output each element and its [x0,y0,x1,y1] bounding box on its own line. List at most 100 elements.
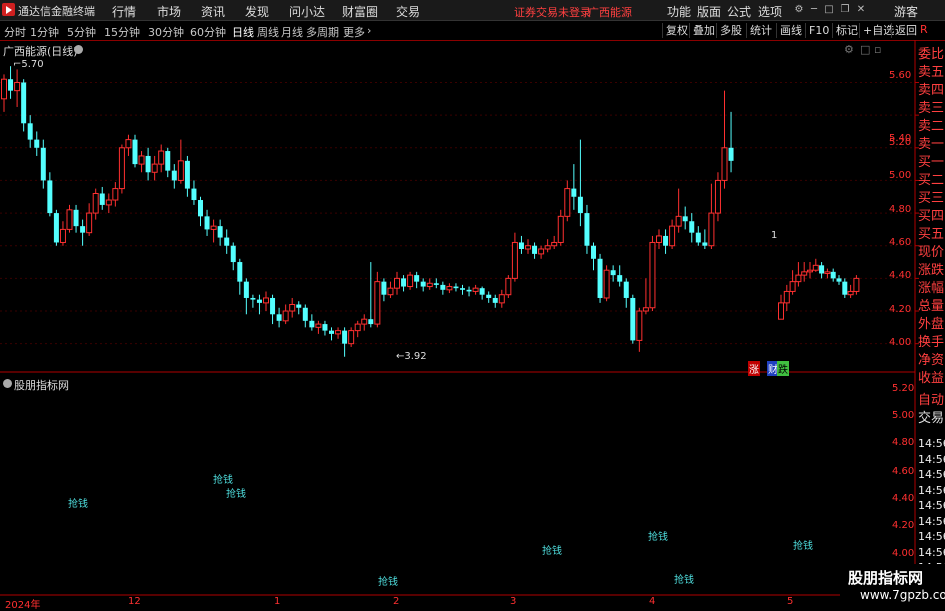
candle-body[interactable] [460,288,465,290]
candle-body[interactable] [53,213,59,243]
quote-label[interactable]: 交易 [918,410,945,428]
candle-body[interactable] [812,264,819,271]
candle-body[interactable] [511,241,518,279]
candle-body[interactable] [783,290,790,304]
candle-body[interactable] [795,274,802,283]
candle-body[interactable] [819,265,825,274]
candle-body[interactable] [597,258,603,298]
candle-body[interactable] [623,281,629,298]
candle-body[interactable] [86,212,93,234]
candle-body[interactable] [210,225,217,230]
candle-body[interactable] [348,330,355,345]
candle-body[interactable] [433,283,439,285]
candle-body[interactable] [663,235,669,246]
candle-body[interactable] [551,241,558,247]
candle-body[interactable] [721,147,728,181]
candle-body[interactable] [642,307,649,312]
candle-body[interactable] [224,237,230,246]
candle-body[interactable] [446,286,453,291]
candle-body[interactable] [466,289,472,292]
candle-body[interactable] [118,147,125,190]
candle-body[interactable] [250,297,256,300]
candle-body[interactable] [374,281,381,325]
candle-body[interactable] [47,180,53,214]
candle-body[interactable] [125,139,132,149]
candle-body[interactable] [807,269,813,273]
candle-body[interactable] [105,199,112,206]
candle-body[interactable] [256,299,262,303]
candle-body[interactable] [158,150,165,165]
candle-body[interactable] [778,302,784,320]
candle-body[interactable] [315,323,322,328]
quote-label[interactable]: 自动 [918,392,945,410]
candle-body[interactable] [66,209,73,230]
candle-body[interactable] [498,294,505,304]
badge-die[interactable]: 跌 [777,361,789,376]
candle-body[interactable] [59,228,66,243]
candle-body[interactable] [132,139,138,165]
candle-body[interactable] [204,216,210,230]
candle-body[interactable] [649,241,656,309]
candle-body[interactable] [335,330,342,335]
candle-body[interactable] [617,275,623,282]
candle-body[interactable] [630,297,636,341]
candle-body[interactable] [112,188,119,201]
candle-body[interactable] [198,200,203,217]
candle-body[interactable] [486,294,492,298]
candle-body[interactable] [675,215,682,227]
candle-body[interactable] [853,277,860,292]
candle-body[interactable] [584,213,590,246]
candle-body[interactable] [177,160,184,181]
candle-body[interactable] [354,323,361,332]
candle-body[interactable] [27,123,33,140]
candle-body[interactable] [237,262,243,282]
candle-body[interactable] [145,155,151,173]
candle-body[interactable] [34,139,40,148]
candle-body[interactable] [80,226,86,233]
candle-body[interactable] [505,277,512,296]
candle-body[interactable] [171,170,177,181]
candle-body[interactable] [92,192,99,214]
candle-body[interactable] [557,215,564,243]
candle-body[interactable] [394,277,400,289]
candle-body[interactable] [479,288,485,295]
candle-body[interactable] [165,151,171,171]
candle-body[interactable] [440,284,446,290]
candle-body[interactable] [21,82,27,124]
candle-body[interactable] [289,303,296,312]
candle-body[interactable] [842,281,848,295]
candle-body[interactable] [138,155,145,165]
candle-body[interactable] [361,318,368,325]
candle-body[interactable] [728,147,734,161]
candle-body[interactable] [243,281,249,298]
chevron-down-icon[interactable] [3,379,12,388]
candle-body[interactable] [518,242,524,249]
candle-body[interactable] [636,310,643,341]
candle-body[interactable] [302,307,308,321]
candle-body[interactable] [407,274,414,288]
candle-body[interactable] [472,287,479,292]
candle-body[interactable] [276,314,282,321]
candle-body[interactable] [830,271,836,279]
candle-body[interactable] [401,278,407,287]
candle-body[interactable] [270,297,276,315]
candle-body[interactable] [492,297,498,303]
candle-body[interactable] [695,232,701,243]
candle-body[interactable] [689,221,695,233]
candle-body[interactable] [381,281,387,295]
candle-body[interactable] [564,188,571,217]
candle-body[interactable] [151,163,158,173]
candle-body[interactable] [296,304,302,308]
candle-body[interactable] [309,320,315,328]
candle-body[interactable] [847,290,854,296]
candle-body[interactable] [184,160,190,189]
candle-body[interactable] [682,216,688,222]
candle-body[interactable] [801,271,808,276]
candle-body[interactable] [387,287,394,296]
candle-body[interactable] [708,212,715,247]
candle-body[interactable] [656,235,662,243]
kline-chart[interactable] [0,0,945,609]
candle-body[interactable] [1,78,7,100]
candle-body[interactable] [577,196,583,214]
candle-body[interactable] [368,319,374,325]
